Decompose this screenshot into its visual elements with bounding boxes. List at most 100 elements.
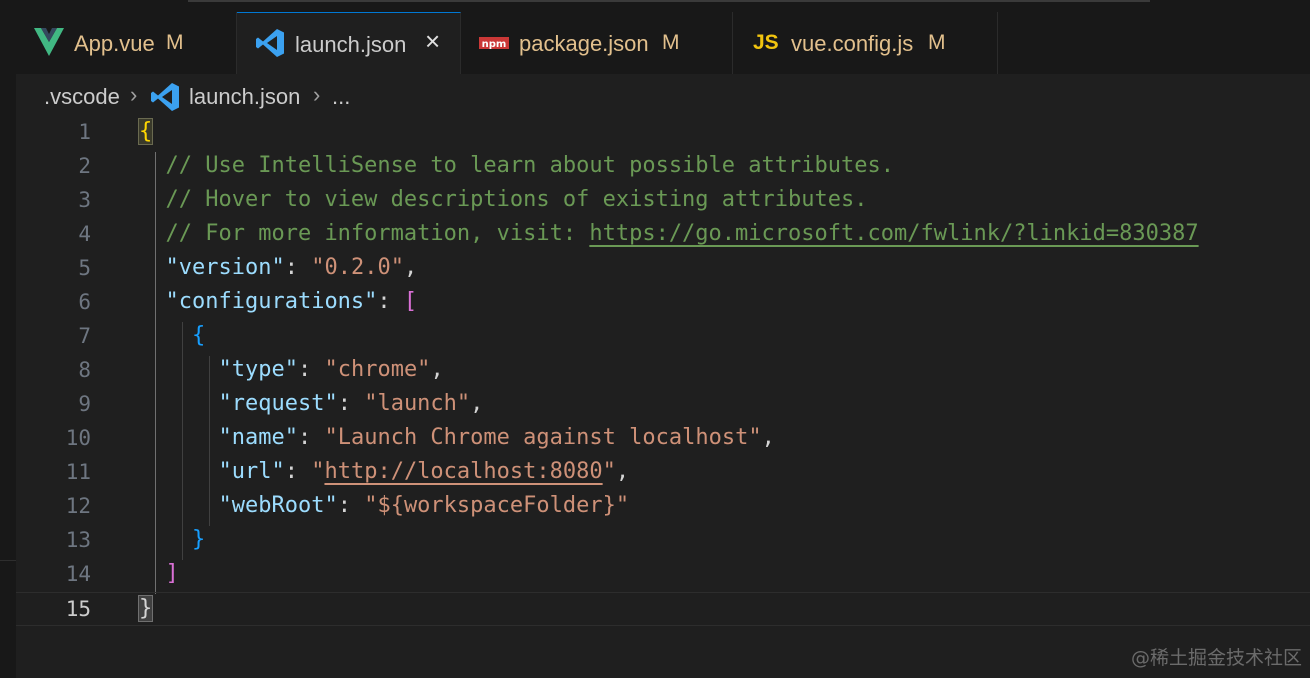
brace-open: {: [191, 323, 206, 348]
line-number: 12: [65, 494, 91, 518]
code-text: "webRoot": "${workspaceFolder}": [139, 489, 629, 523]
code-text: }: [139, 523, 205, 557]
line-number: 10: [65, 426, 91, 450]
colon: :: [337, 391, 365, 416]
modified-indicator: M: [166, 31, 184, 54]
code-line: 10 "name": "Launch Chrome against localh…: [16, 421, 1310, 455]
tab-package-json[interactable]: npm package.json M: [461, 12, 733, 74]
code-text: // Use IntelliSense to learn about possi…: [139, 149, 894, 183]
code-editor[interactable]: 1 { 2 // Use IntelliSense to learn about…: [16, 118, 1310, 678]
code-text: }: [137, 593, 154, 625]
tab-label: App.vue: [74, 31, 155, 56]
tab-label: launch.json: [295, 32, 407, 57]
line-number: 2: [78, 154, 91, 178]
comment: // Hover to view descriptions of existin…: [165, 187, 868, 212]
breadcrumb-folder[interactable]: .vscode: [44, 84, 120, 110]
code-line: 9 "request": "launch",: [16, 387, 1310, 421]
npm-icon-text: npm: [482, 39, 507, 49]
brace-close: }: [137, 595, 154, 622]
colon: :: [284, 255, 312, 280]
activity-edge: [0, 12, 16, 678]
code-text: {: [137, 115, 154, 149]
json-string: "${workspaceFolder}": [364, 493, 630, 518]
line-number: 13: [65, 528, 91, 552]
json-key: "configurations": [165, 289, 378, 314]
code-line: 8 "type": "chrome",: [16, 353, 1310, 387]
json-key: "name": [218, 425, 298, 450]
json-string: "0.2.0": [311, 255, 404, 280]
json-key: "type": [218, 357, 298, 382]
tab-app-vue[interactable]: App.vue M: [16, 12, 237, 74]
line-number: 5: [78, 256, 91, 280]
code-text: "request": "launch",: [139, 387, 483, 421]
code-text: "name": "Launch Chrome against localhost…: [139, 421, 775, 455]
window-top-strip: [0, 0, 1310, 12]
line-number: 1: [78, 120, 91, 144]
line-number: 15: [65, 597, 91, 621]
comma: ,: [761, 425, 775, 450]
modified-indicator: M: [928, 31, 946, 54]
js-icon: JS: [753, 31, 779, 54]
line-number: 4: [78, 222, 91, 246]
code-line: 13 }: [16, 523, 1310, 557]
comma: ,: [403, 255, 418, 280]
vscode-json-icon: [255, 28, 285, 63]
vue-icon: [34, 28, 64, 61]
tab-launch-json[interactable]: launch.json ×: [237, 12, 461, 75]
code-text: "type": "chrome",: [139, 353, 444, 387]
scroll-indicator: [188, 0, 1150, 2]
breadcrumb-file[interactable]: launch.json: [189, 84, 300, 110]
code-text: // For more information, visit: https://…: [139, 217, 1199, 251]
brace-close: }: [191, 527, 206, 552]
tab-label: vue.config.js: [791, 31, 914, 56]
colon: :: [377, 289, 404, 314]
code-line: 6 "configurations": [: [16, 285, 1310, 319]
code-text: "version": "0.2.0",: [139, 251, 418, 285]
code-line: 12 "webRoot": "${workspaceFolder}": [16, 489, 1310, 523]
json-string: "launch": [364, 391, 471, 416]
close-icon[interactable]: ×: [425, 28, 440, 54]
tab-label: package.json: [519, 31, 649, 56]
tab-vue-config-js[interactable]: JS vue.config.js M: [733, 12, 998, 74]
quote: ": [311, 459, 325, 484]
code-text: // Hover to view descriptions of existin…: [139, 183, 868, 217]
code-line: 1 {: [16, 115, 1310, 149]
code-line-current: 15 }: [16, 592, 1310, 626]
code-text: "configurations": [: [139, 285, 418, 319]
npm-icon: npm: [479, 36, 509, 54]
line-number: 3: [78, 188, 91, 212]
comma: ,: [615, 459, 630, 484]
line-number: 8: [78, 358, 91, 382]
comment: // For more information, visit:: [165, 221, 590, 246]
json-key: "version": [165, 255, 285, 280]
modified-indicator: M: [662, 31, 680, 54]
code-line: 4 // For more information, visit: https:…: [16, 217, 1310, 251]
edge-divider: [0, 560, 16, 561]
breadcrumb-symbol[interactable]: ...: [332, 84, 350, 110]
colon: :: [297, 425, 325, 450]
code-line: 11 "url": "http://localhost:8080",: [16, 455, 1310, 489]
quote: ": [602, 459, 616, 484]
json-string: "chrome": [324, 357, 431, 382]
comment-link[interactable]: https://go.microsoft.com/fwlink/?linkid=…: [589, 221, 1198, 246]
url-link[interactable]: http://localhost:8080: [324, 459, 602, 484]
line-number: 11: [65, 460, 91, 484]
bracket-open: [: [403, 289, 418, 314]
brace-open: {: [137, 118, 154, 145]
code-line: 14 ]: [16, 557, 1310, 591]
json-key: "request": [218, 391, 338, 416]
colon: :: [337, 493, 365, 518]
code-text: ]: [139, 557, 179, 591]
code-line: 2 // Use IntelliSense to learn about pos…: [16, 149, 1310, 183]
watermark: @稀土掘金技术社区: [1130, 647, 1302, 669]
line-number: 7: [78, 324, 91, 348]
line-number: 9: [78, 392, 91, 416]
comma: ,: [430, 357, 444, 382]
code-line: 5 "version": "0.2.0",: [16, 251, 1310, 285]
code-line: 3 // Hover to view descriptions of exist…: [16, 183, 1310, 217]
code-text: {: [139, 319, 205, 353]
breadcrumb: .vscode › launch.json › ...: [16, 74, 1310, 118]
comment: // Use IntelliSense to learn about possi…: [165, 153, 894, 178]
json-key: "webRoot": [218, 493, 338, 518]
comma: ,: [470, 391, 484, 416]
